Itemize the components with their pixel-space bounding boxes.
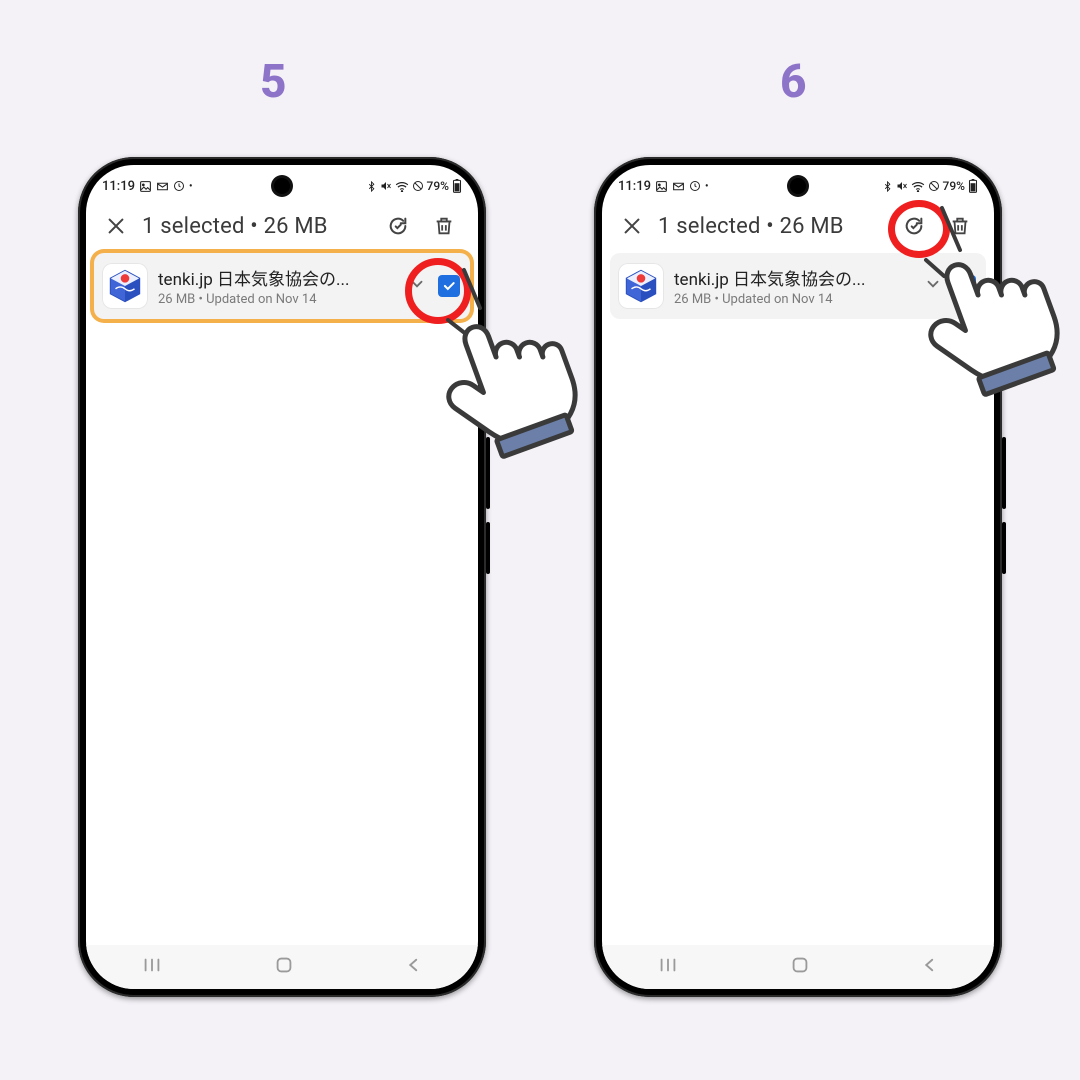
battery-pct: 79% — [427, 179, 449, 193]
wifi-icon — [395, 180, 409, 192]
status-more-dot: • — [705, 181, 709, 192]
gmail-icon — [156, 180, 169, 193]
nav-home-icon[interactable] — [789, 954, 811, 980]
selection-title: 1 selected • 26 MB — [658, 214, 888, 239]
status-time: 11:19 — [102, 179, 135, 194]
selection-header: 1 selected • 26 MB — [602, 199, 994, 253]
no-sim-icon — [928, 180, 940, 192]
phone-step-5: 11:19 • — [78, 157, 486, 997]
app-checkbox[interactable] — [438, 275, 460, 297]
bluetooth-icon — [366, 181, 377, 192]
status-more-dot: • — [189, 181, 193, 192]
selection-header: 1 selected • 26 MB — [86, 199, 478, 253]
app-meta: 26 MB • Updated on Nov 14 — [674, 292, 912, 307]
android-nav-bar — [602, 945, 994, 989]
nav-back-icon[interactable] — [405, 956, 423, 978]
chevron-down-icon[interactable] — [922, 275, 944, 297]
gmail-icon — [672, 180, 685, 193]
status-time: 11:19 — [618, 179, 651, 194]
delete-button[interactable] — [940, 206, 980, 246]
image-icon — [655, 180, 668, 193]
update-button[interactable] — [894, 206, 934, 246]
mute-icon — [380, 180, 392, 192]
delete-button[interactable] — [424, 206, 464, 246]
wifi-icon — [911, 180, 925, 192]
app-icon — [102, 263, 148, 309]
app-list-item[interactable]: tenki.jp 日本気象協会の... 26 MB • Updated on N… — [94, 253, 470, 319]
step-number-5: 5 — [260, 55, 287, 109]
close-button[interactable] — [612, 206, 652, 246]
battery-icon — [452, 179, 462, 193]
status-bar: 11:19 • — [602, 165, 994, 199]
app-list-item[interactable]: tenki.jp 日本気象協会の... 26 MB • Updated on N… — [610, 253, 986, 319]
android-nav-bar — [86, 945, 478, 989]
battery-icon — [968, 179, 978, 193]
selection-title: 1 selected • 26 MB — [142, 214, 372, 239]
app-name: tenki.jp 日本気象協会の... — [674, 265, 912, 290]
app-checkbox[interactable] — [954, 275, 976, 297]
app-icon — [618, 263, 664, 309]
chevron-down-icon[interactable] — [406, 275, 428, 297]
nav-recent-icon[interactable] — [657, 956, 679, 978]
mute-icon — [896, 180, 908, 192]
clock-icon — [173, 180, 185, 192]
app-name: tenki.jp 日本気象協会の... — [158, 265, 396, 290]
update-button[interactable] — [378, 206, 418, 246]
status-bar: 11:19 • — [86, 165, 478, 199]
nav-home-icon[interactable] — [273, 954, 295, 980]
close-button[interactable] — [96, 206, 136, 246]
phone-step-6: 11:19 • — [594, 157, 1002, 997]
no-sim-icon — [412, 180, 424, 192]
battery-pct: 79% — [943, 179, 965, 193]
nav-back-icon[interactable] — [921, 956, 939, 978]
nav-recent-icon[interactable] — [141, 956, 163, 978]
clock-icon — [689, 180, 701, 192]
step-number-6: 6 — [780, 55, 807, 109]
app-meta: 26 MB • Updated on Nov 14 — [158, 292, 396, 307]
bluetooth-icon — [882, 181, 893, 192]
image-icon — [139, 180, 152, 193]
